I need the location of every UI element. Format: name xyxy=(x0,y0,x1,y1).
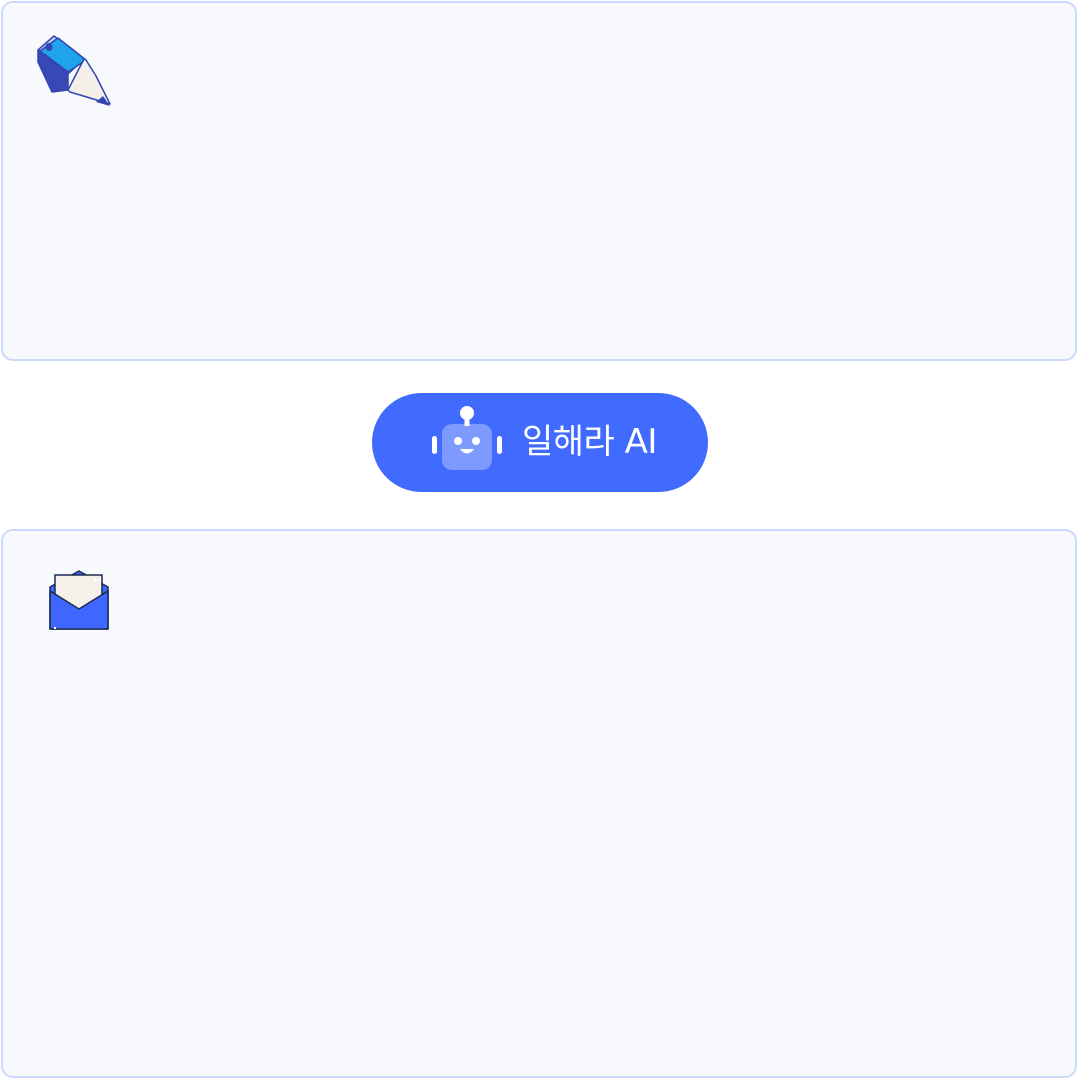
output-panel[interactable] xyxy=(1,529,1077,1078)
input-panel[interactable] xyxy=(1,1,1077,361)
ai-run-button-label: 일해라 AI xyxy=(522,422,657,462)
page: 일해라 AI xyxy=(0,0,1080,1080)
robot-icon xyxy=(432,406,502,470)
envelope-icon xyxy=(49,570,109,630)
ai-run-button[interactable]: 일해라 AI xyxy=(372,393,708,492)
pencil-icon xyxy=(37,35,111,106)
